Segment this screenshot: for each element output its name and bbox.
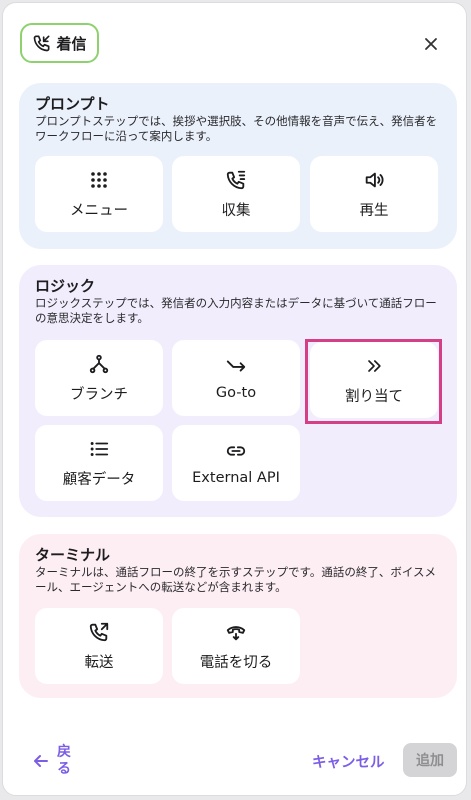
step-card-label: Go-to (215, 385, 257, 401)
step-card-label: 転送 (84, 654, 114, 671)
step-picker-panel: 着信 プロンプト プロンプトステップでは、挨拶や選択肢、その他情報を音声で伝え、… (2, 2, 467, 796)
step-card-label: 顧客データ (62, 471, 136, 488)
link-icon (225, 440, 247, 462)
grid-dots-icon (90, 169, 108, 191)
incoming-call-label: 着信 (56, 34, 87, 53)
incoming-call-chip[interactable]: 着信 (20, 23, 99, 63)
step-card-customer-data[interactable]: 顧客データ (35, 425, 163, 501)
step-card-play[interactable]: 再生 (310, 156, 438, 232)
double-chevron-right-icon (364, 355, 384, 377)
terminal-title: ターミナル (35, 546, 111, 564)
speaker-icon (363, 169, 385, 191)
logic-description: ロジックステップでは、発信者の入力内容またはデータに基づいて通話フローの意思決定… (35, 296, 437, 325)
phone-incoming-icon (32, 33, 52, 53)
step-card-external-api[interactable]: External API (172, 425, 300, 501)
step-card-label: 収集 (221, 202, 251, 219)
step-card-label: ブランチ (70, 386, 128, 403)
list-icon (88, 438, 110, 460)
close-icon (424, 37, 438, 51)
step-card-transfer[interactable]: 転送 (35, 608, 163, 684)
cancel-button[interactable]: キャンセル (312, 751, 385, 772)
step-card-menu[interactable]: メニュー (35, 156, 163, 232)
back-label: 戻る (57, 744, 71, 777)
phone-collect-icon (225, 169, 247, 191)
step-card-label: External API (192, 470, 280, 486)
logic-title: ロジック (35, 277, 96, 295)
step-card-label: 電話を切る (199, 654, 273, 671)
step-card-label: メニュー (70, 202, 128, 219)
phone-hangup-icon (224, 621, 248, 643)
step-card-goto[interactable]: Go-to (172, 340, 300, 416)
step-card-assign[interactable]: 割り当て (310, 342, 438, 418)
arrow-left-icon (33, 753, 49, 769)
step-card-label: 割り当て (345, 388, 403, 405)
step-card-branch[interactable]: ブランチ (35, 340, 163, 416)
prompt-title: プロンプト (35, 95, 110, 113)
add-button[interactable]: 追加 (403, 743, 457, 777)
terminal-description: ターミナルは、通話フローの終了を示すステップです。通話の終了、ボイスメール、エー… (35, 565, 437, 594)
phone-transfer-icon (88, 621, 110, 643)
close-button[interactable] (420, 33, 442, 55)
back-button[interactable]: 戻る (33, 744, 73, 778)
prompt-description: プロンプトステップでは、挨拶や選択肢、その他情報を音声で伝え、発信者をワークフロ… (35, 114, 438, 143)
goto-arrow-icon (225, 355, 247, 377)
step-card-collect[interactable]: 収集 (172, 156, 300, 232)
step-card-hangup[interactable]: 電話を切る (172, 608, 300, 684)
branch-icon (88, 353, 110, 375)
step-card-label: 再生 (359, 202, 389, 219)
